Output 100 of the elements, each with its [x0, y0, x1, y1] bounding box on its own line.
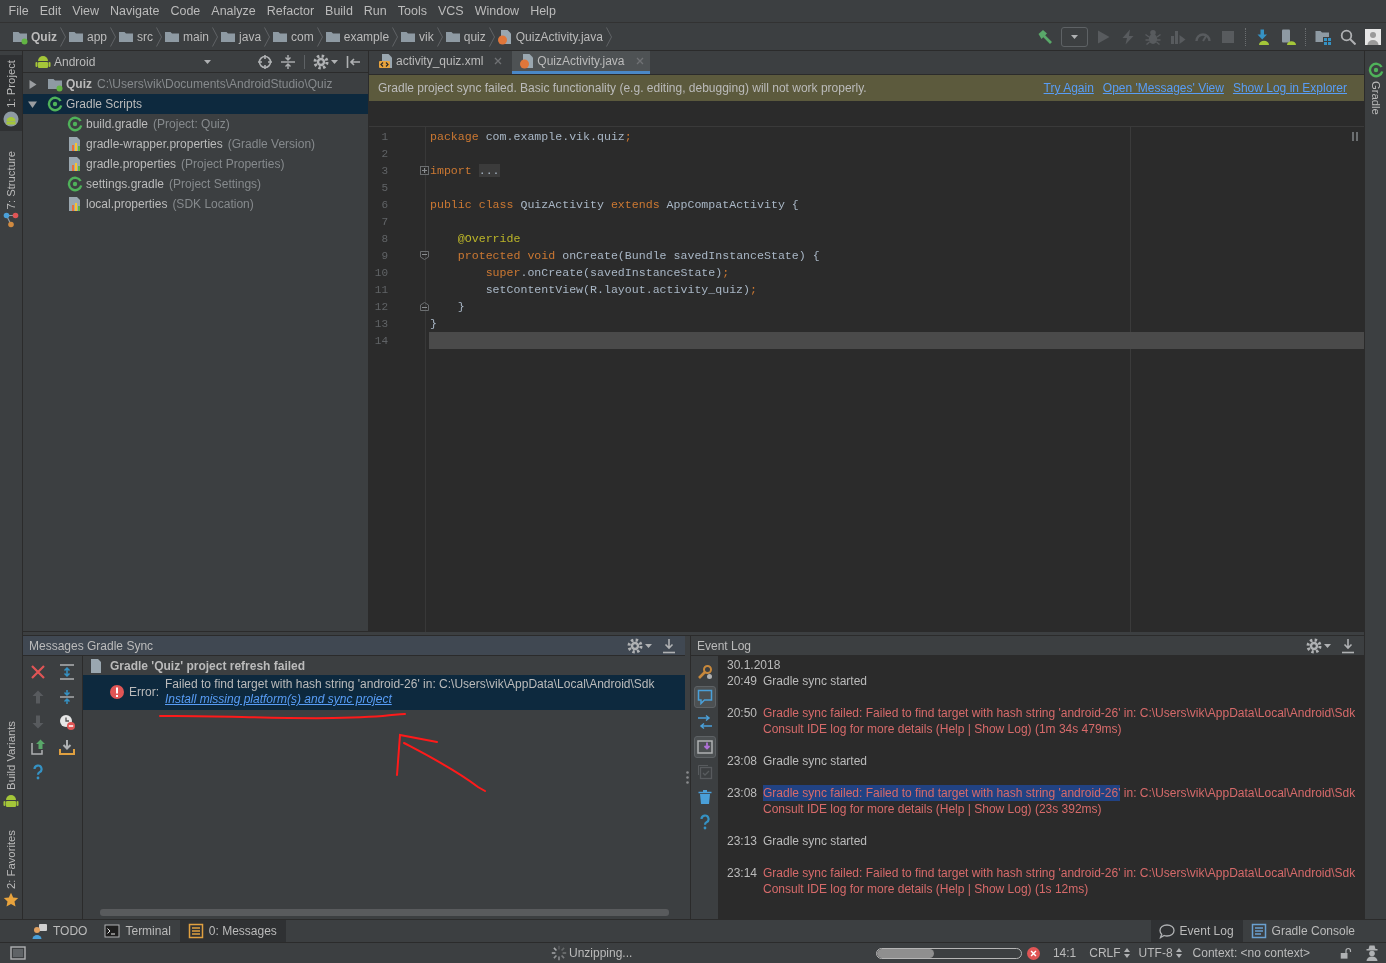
horizontal-scrollbar[interactable]: [100, 909, 669, 916]
lock-icon[interactable]: [1340, 947, 1352, 959]
chevron-icon: [212, 26, 219, 47]
speech-bubble-icon: [1158, 923, 1175, 939]
menu-item[interactable]: Refactor: [261, 0, 320, 22]
tool-window-tab[interactable]: TODO: [24, 920, 97, 942]
caret-icon: [645, 643, 652, 648]
breadcrumb-item[interactable]: vik: [400, 28, 434, 45]
tree-arrow-icon[interactable]: [28, 79, 37, 89]
log-time: 23:08: [727, 753, 759, 769]
message-title: Gradle 'Quiz' project refresh failed: [110, 659, 306, 673]
context-status[interactable]: Context: <no context>: [1192, 946, 1310, 960]
tool-window-button[interactable]: 7: Structure: [0, 145, 22, 233]
tool-window-tab[interactable]: Event Log: [1150, 920, 1243, 942]
file-chart-icon: [67, 196, 83, 212]
menu-item[interactable]: Window: [469, 0, 525, 22]
breadcrumb-item[interactable]: Quiz: [12, 28, 57, 45]
menu-item[interactable]: Run: [358, 0, 393, 22]
tool-window-tab[interactable]: Terminal: [96, 920, 180, 942]
square-icon[interactable]: [10, 945, 26, 961]
tree-arrow-icon[interactable]: [28, 99, 37, 109]
hide-icon[interactable]: [345, 53, 361, 70]
tool-window-button[interactable]: Build Variants: [0, 716, 22, 813]
tray-download-icon[interactable]: [58, 738, 75, 755]
chevron-icon: [264, 26, 271, 47]
editor-tab[interactable]: QuizActivity.java: [512, 51, 650, 74]
robot-download-icon[interactable]: [1255, 28, 1271, 45]
gear-icon[interactable]: [1306, 637, 1322, 654]
chevron-icon: [156, 26, 163, 47]
tool-window-button[interactable]: 2: Favorites: [0, 824, 22, 912]
code-line: }: [456, 300, 465, 313]
expand-all-icon[interactable]: [58, 663, 75, 680]
ring-icon: [1367, 62, 1384, 78]
close-icon[interactable]: [494, 57, 503, 65]
breadcrumb-item[interactable]: src: [118, 28, 154, 45]
menu-item[interactable]: Tools: [392, 0, 433, 22]
folder-grid-icon[interactable]: [1315, 28, 1331, 45]
pause-icon: [1352, 132, 1358, 141]
tree-item[interactable]: build.gradle (Project: Quiz): [67, 116, 230, 132]
cancel-icon[interactable]: [1026, 946, 1040, 960]
log-time: 23:13: [727, 833, 759, 849]
menu-item[interactable]: Edit: [34, 0, 67, 22]
error-icon: [109, 684, 125, 700]
breadcrumb-item[interactable]: QuizActivity.java: [496, 28, 603, 45]
caret-position[interactable]: 14:1: [1052, 946, 1077, 960]
gear-icon[interactable]: [627, 637, 643, 654]
code-line: }: [430, 317, 437, 330]
phone-robot-icon[interactable]: [1280, 28, 1296, 45]
breadcrumb-item[interactable]: com: [272, 28, 314, 45]
fold-plus-icon[interactable]: [420, 166, 429, 175]
tool-window-button[interactable]: Gradle: [1364, 57, 1386, 119]
tree-item[interactable]: gradle-wrapper.properties (Gradle Version): [67, 136, 316, 152]
menu-item[interactable]: Build: [319, 0, 359, 22]
collapse-icon[interactable]: [280, 53, 296, 70]
breadcrumb-item[interactable]: app: [68, 28, 108, 45]
line-separator-widget[interactable]: CRLF: [1089, 946, 1130, 960]
menu-item[interactable]: Analyze: [205, 0, 262, 22]
fold-minus-icon[interactable]: [420, 251, 429, 260]
menu-item[interactable]: View: [66, 0, 105, 22]
collapse-all-icon[interactable]: [58, 688, 75, 705]
editor-tab[interactable]: activity_quiz.xml: [371, 51, 509, 74]
menu-item[interactable]: VCS: [432, 0, 470, 22]
close-icon[interactable]: [29, 663, 46, 680]
tree-item[interactable]: local.properties (SDK Location): [67, 196, 254, 212]
crosshair-icon[interactable]: [257, 53, 273, 70]
tool-window-tab[interactable]: Gradle Console: [1242, 920, 1364, 942]
view-dropdown[interactable]: Android: [35, 53, 211, 70]
menu-item[interactable]: Code: [164, 0, 206, 22]
structure-icon: [3, 212, 19, 229]
tool-window-tab[interactable]: 0: Messages: [179, 920, 286, 942]
search-icon[interactable]: [1340, 28, 1356, 45]
gear-icon[interactable]: [313, 53, 329, 70]
error-message: Failed to find target with hash string 'android-26' in: C:\Users\vik\AppData\Local\Android\Sdk: [165, 677, 655, 692]
menu-item[interactable]: Help: [524, 0, 562, 22]
download-icon[interactable]: [661, 637, 677, 654]
tool-window-button[interactable]: 1: Project: [0, 55, 22, 131]
fold-minus-icon[interactable]: [420, 302, 429, 311]
chevron-icon: [60, 26, 66, 47]
install-link[interactable]: Install missing platform(s) and sync project: [165, 692, 392, 707]
export-icon[interactable]: [29, 738, 46, 755]
line-number: 7: [380, 215, 388, 228]
breadcrumb-item[interactable]: example: [324, 28, 390, 45]
breadcrumb-item[interactable]: quiz: [444, 28, 486, 45]
menu-item[interactable]: Navigate: [104, 0, 165, 22]
robot-badge-icon: [3, 110, 19, 127]
encoding-widget[interactable]: UTF-8: [1138, 946, 1182, 960]
person-icon[interactable]: [1364, 945, 1380, 961]
run-config-dropdown[interactable]: [1061, 26, 1088, 47]
line-number: 12: [373, 300, 388, 313]
download-icon[interactable]: [1340, 637, 1356, 654]
avatar-icon[interactable]: [1365, 28, 1381, 45]
clock-minus-icon[interactable]: [58, 713, 75, 730]
tree-item[interactable]: settings.gradle (Project Settings): [67, 176, 262, 192]
hammer-icon[interactable]: [1037, 28, 1053, 45]
tree-item[interactable]: Quiz C:\Users\vik\Documents\AndroidStudio\Quiz: [28, 76, 333, 92]
menu-item[interactable]: File: [3, 0, 35, 22]
console-icon: [1250, 923, 1267, 939]
tree-item[interactable]: gradle.properties (Project Properties): [67, 156, 285, 172]
breadcrumb-item[interactable]: java: [220, 28, 262, 45]
breadcrumb-item[interactable]: main: [164, 28, 210, 45]
